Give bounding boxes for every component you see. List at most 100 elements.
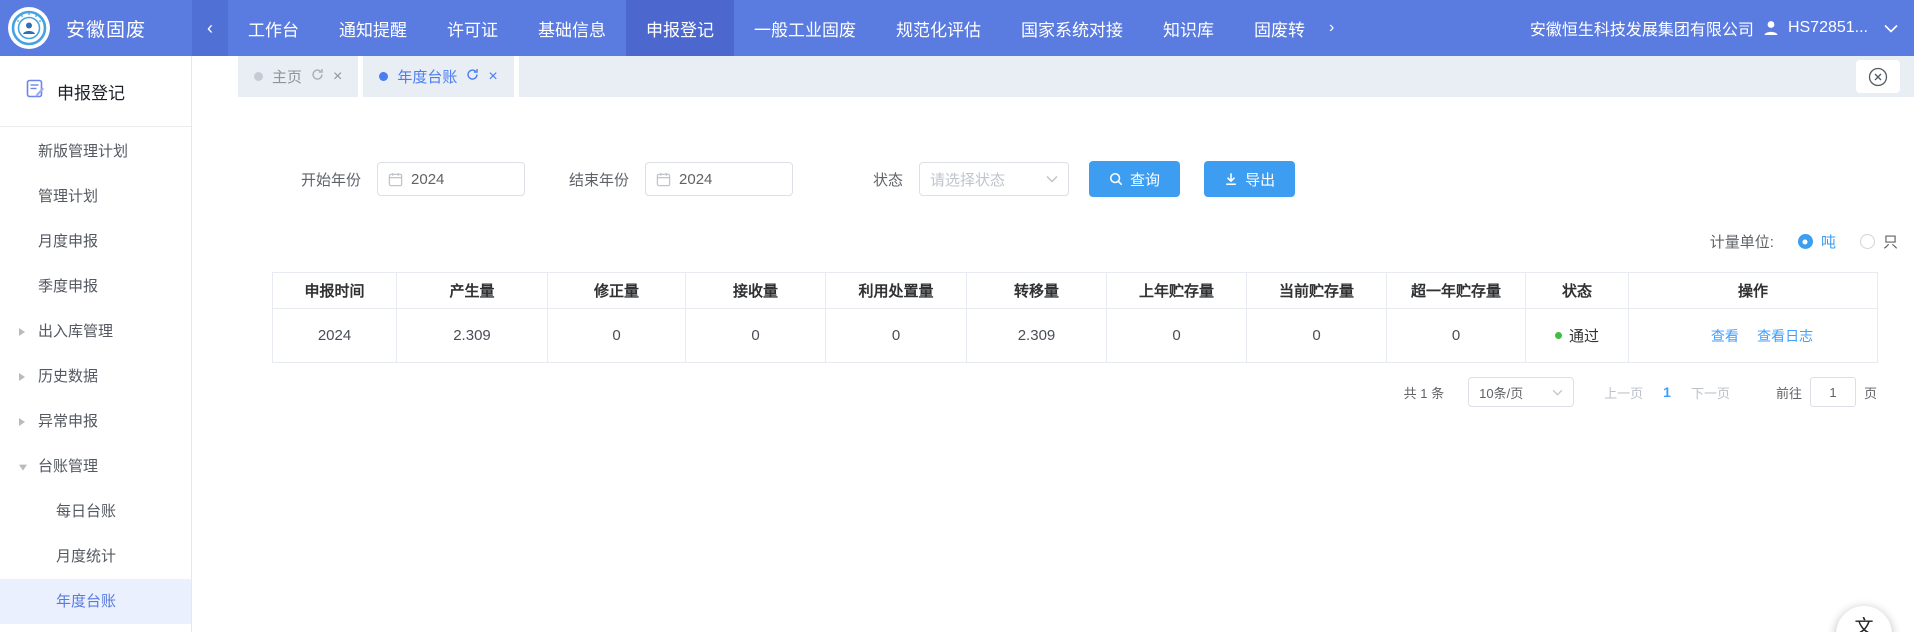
cell-transferred: 2.309 xyxy=(967,309,1107,363)
goto-page-input[interactable] xyxy=(1810,377,1856,407)
status-success-dot xyxy=(1555,332,1562,339)
search-icon xyxy=(1109,172,1123,186)
main-area: 主页 × 年度台账 × xyxy=(192,56,1914,632)
caret-down-icon xyxy=(19,464,27,470)
nav-item-national-system-link[interactable]: 国家系统对接 xyxy=(1001,0,1143,56)
start-year-value[interactable] xyxy=(411,171,491,188)
sidebar-item-new-management-plan[interactable]: 新版管理计划 xyxy=(0,129,191,174)
status-select[interactable]: 请选择状态 xyxy=(919,162,1069,196)
nav-overflow-arrow[interactable]: › xyxy=(1325,0,1338,56)
sidebar-title-label: 申报登记 xyxy=(57,79,125,104)
goto-prefix: 前往 xyxy=(1776,383,1802,402)
tab-status-dot xyxy=(379,72,388,81)
goto-suffix: 页 xyxy=(1864,383,1877,402)
brand: 安徽固废 xyxy=(0,0,192,56)
nav-item-declaration[interactable]: 申报登记 xyxy=(626,0,734,56)
nav-item-notifications[interactable]: 通知提醒 xyxy=(319,0,427,56)
nav-item-general-industrial-waste[interactable]: 一般工业固废 xyxy=(734,0,876,56)
cell-current-storage: 0 xyxy=(1247,309,1387,363)
sidebar-collapse-button[interactable]: ‹ xyxy=(192,0,228,56)
company-name: 安徽恒生科技发展集团有限公司 xyxy=(1530,16,1754,40)
end-year-value[interactable] xyxy=(679,171,759,188)
user-menu-chevron-icon[interactable] xyxy=(1884,24,1898,33)
start-year-input[interactable] xyxy=(377,162,525,196)
prev-page-button[interactable]: 上一页 xyxy=(1604,383,1643,402)
sidebar-item-inout-warehouse[interactable]: 出入库管理 xyxy=(0,309,191,354)
tab-home[interactable]: 主页 × xyxy=(238,56,358,97)
nav-item-license[interactable]: 许可证 xyxy=(427,0,518,56)
col-generated: 产生量 xyxy=(397,273,548,309)
circled-x-icon xyxy=(1867,66,1889,88)
close-icon[interactable]: × xyxy=(488,69,497,85)
caret-right-icon xyxy=(19,328,25,336)
view-log-link[interactable]: 查看日志 xyxy=(1757,328,1813,344)
declaration-doc-icon xyxy=(26,79,45,103)
sidebar-item-monthly-declaration[interactable]: 月度申报 xyxy=(0,219,191,264)
page-content: 开始年份 结束年份 xyxy=(192,97,1914,632)
tab-yearly-ledger[interactable]: 年度台账 × xyxy=(363,56,513,97)
refresh-icon[interactable] xyxy=(311,68,324,85)
col-corrected: 修正量 xyxy=(548,273,686,309)
cell-status: 通过 xyxy=(1526,309,1629,363)
col-utilized-disposed: 利用处置量 xyxy=(826,273,967,309)
refresh-icon[interactable] xyxy=(466,68,479,85)
nav-item-knowledge-base[interactable]: 知识库 xyxy=(1143,0,1234,56)
nav-item-waste-transfer[interactable]: 固废转 xyxy=(1234,0,1325,56)
next-page-button[interactable]: 下一页 xyxy=(1691,383,1730,402)
cell-corrected: 0 xyxy=(548,309,686,363)
col-declare-time: 申报时间 xyxy=(273,273,397,309)
filter-row: 开始年份 结束年份 xyxy=(301,161,1295,197)
sidebar-item-history-data[interactable]: 历史数据 xyxy=(0,354,191,399)
unit-row: 计量单位: 吨 只 xyxy=(1710,231,1898,252)
translate-icon: 文 xyxy=(1854,612,1873,632)
sidebar-item-management-plan[interactable]: 管理计划 xyxy=(0,174,191,219)
sidebar-item-label: 季度申报 xyxy=(38,278,98,295)
sidebar: 申报登记 新版管理计划 管理计划 月度申报 季度申报 出入库管理 历史数据 异常… xyxy=(0,56,192,632)
sidebar-item-daily-ledger[interactable]: 每日台账 xyxy=(0,489,191,534)
tab-divider xyxy=(514,56,519,97)
export-button[interactable]: 导出 xyxy=(1204,161,1295,197)
col-received: 接收量 xyxy=(686,273,826,309)
sidebar-item-quarterly-declaration[interactable]: 季度申报 xyxy=(0,264,191,309)
status-placeholder: 请选择状态 xyxy=(930,169,1005,190)
sidebar-title[interactable]: 申报登记 xyxy=(0,56,191,127)
view-link[interactable]: 查看 xyxy=(1711,328,1739,344)
close-all-tabs-button[interactable] xyxy=(1856,60,1900,93)
unit-option-piece[interactable]: 只 xyxy=(1883,231,1898,252)
tab-label: 主页 xyxy=(272,66,302,87)
sidebar-item-ledger-management[interactable]: 台账管理 xyxy=(0,444,191,489)
search-button-label: 查询 xyxy=(1130,169,1160,190)
sidebar-item-abnormal-declaration[interactable]: 异常申报 xyxy=(0,399,191,444)
search-button[interactable]: 查询 xyxy=(1089,161,1180,197)
nav-item-workbench[interactable]: 工作台 xyxy=(228,0,319,56)
end-year-label: 结束年份 xyxy=(569,169,629,190)
sidebar-item-label: 台账管理 xyxy=(38,458,98,475)
sidebar-item-label: 历史数据 xyxy=(38,368,98,385)
chevron-down-icon xyxy=(1552,389,1563,396)
unit-radio-ton[interactable] xyxy=(1798,234,1813,249)
close-icon[interactable]: × xyxy=(333,69,342,85)
username[interactable]: HS72851... xyxy=(1788,19,1868,37)
cell-prev-year-storage: 0 xyxy=(1107,309,1247,363)
page-number-1[interactable]: 1 xyxy=(1663,384,1671,400)
nav-item-basic-info[interactable]: 基础信息 xyxy=(518,0,626,56)
nav-item-standardization-assessment[interactable]: 规范化评估 xyxy=(876,0,1001,56)
sidebar-item-yearly-ledger[interactable]: 年度台账 xyxy=(0,579,191,624)
cell-declare-time: 2024 xyxy=(273,309,397,363)
overflow-chevron-icon: › xyxy=(1329,19,1334,37)
sidebar-item-label: 年度台账 xyxy=(56,593,116,610)
cell-generated: 2.309 xyxy=(397,309,548,363)
unit-option-ton[interactable]: 吨 xyxy=(1821,231,1836,252)
status-label: 状态 xyxy=(873,169,903,190)
sidebar-item-label: 出入库管理 xyxy=(38,323,113,340)
sidebar-item-monthly-statistics[interactable]: 月度统计 xyxy=(0,534,191,579)
app-title: 安徽固废 xyxy=(66,15,146,42)
end-year-input[interactable] xyxy=(645,162,793,196)
unit-label: 计量单位: xyxy=(1710,231,1774,252)
unit-radio-piece[interactable] xyxy=(1860,234,1875,249)
calendar-icon xyxy=(388,172,403,187)
pagination: 共 1 条 10条/页 上一页 1 下一页 前往 页 xyxy=(1404,377,1877,407)
sidebar-item-label: 每日台账 xyxy=(56,503,116,520)
download-icon xyxy=(1224,172,1238,186)
page-size-select[interactable]: 10条/页 xyxy=(1468,377,1574,407)
